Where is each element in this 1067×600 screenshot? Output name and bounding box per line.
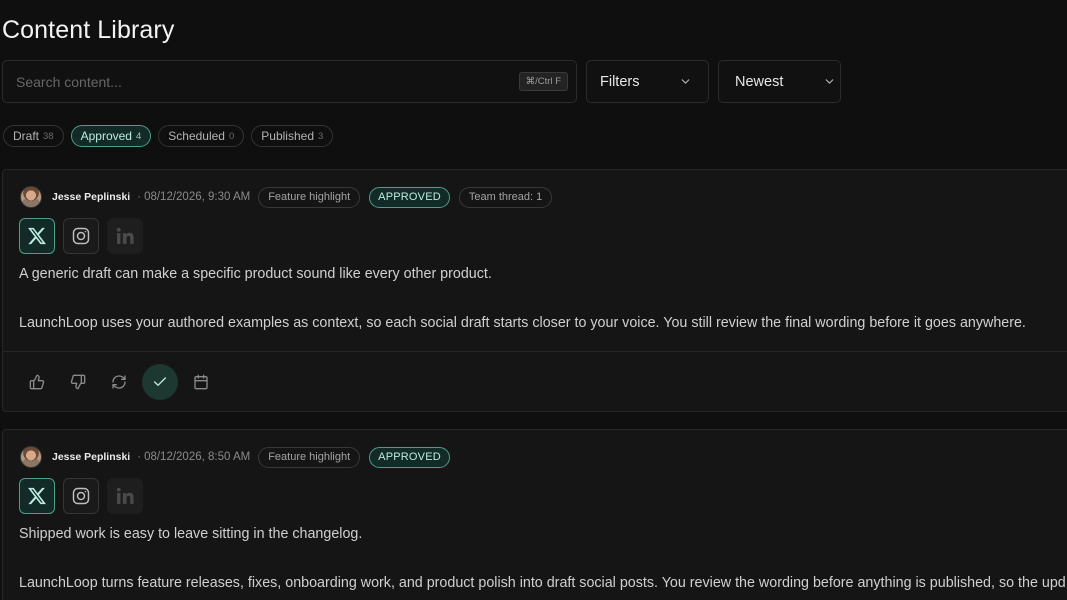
avatar (20, 186, 42, 208)
tab-count: 4 (135, 130, 142, 142)
refresh-icon (112, 374, 126, 389)
like-button[interactable] (19, 364, 55, 400)
post-paragraph: LaunchLoop uses your authored examples a… (19, 315, 1026, 331)
platform-instagram-toggle[interactable] (63, 478, 99, 514)
page-title: Content Library (2, 16, 175, 44)
thumbs-down-icon (70, 374, 86, 389)
card-actions (3, 352, 1067, 411)
tab-label: Draft (13, 129, 40, 143)
sort-selected-label: Newest (735, 73, 784, 90)
platform-selector (19, 478, 1067, 514)
linkedin-icon (116, 227, 134, 244)
filters-dropdown[interactable]: Filters (586, 60, 709, 103)
post-timestamp: 08/12/2026, 9:30 AM (144, 191, 251, 203)
author-name: Jesse Peplinski (52, 451, 131, 463)
tab-label: Approved (80, 129, 132, 143)
tab-scheduled[interactable]: Scheduled 0 (158, 125, 245, 147)
x-logo-icon (28, 487, 46, 505)
filters-label: Filters (600, 73, 640, 90)
content-card: Jesse Peplinski · 08/12/2026, 9:30 AM Fe… (2, 169, 1067, 412)
content-card: Jesse Peplinski · 08/12/2026, 8:50 AM Fe… (2, 429, 1067, 600)
author-name: Jesse Peplinski (52, 191, 131, 203)
approve-button[interactable] (142, 363, 178, 400)
card-header: Jesse Peplinski · 08/12/2026, 8:50 AM Fe… (20, 446, 1067, 468)
platform-linkedin-toggle[interactable] (107, 478, 143, 514)
linkedin-icon (116, 487, 134, 504)
meta-separator: · (137, 191, 142, 203)
chevron-down-icon (681, 79, 690, 84)
search-shortcut-hint: ⌘/Ctrl F (518, 72, 568, 91)
sort-dropdown[interactable]: Newest (718, 60, 841, 103)
tab-count: 3 (318, 130, 324, 142)
post-body: A generic draft can make a specific prod… (19, 264, 1067, 333)
post-timestamp: 08/12/2026, 8:50 AM (144, 451, 251, 463)
platform-x-toggle[interactable] (19, 218, 55, 254)
calendar-icon (194, 374, 208, 389)
post-paragraph: Shipped work is easy to leave sitting in… (19, 526, 363, 542)
search-input[interactable] (16, 73, 519, 90)
card-header: Jesse Peplinski · 08/12/2026, 9:30 AM Fe… (20, 186, 1067, 208)
tag-badge: Feature highlight (258, 446, 361, 468)
platform-instagram-toggle[interactable] (63, 218, 99, 254)
post-body: Shipped work is easy to leave sitting in… (19, 524, 1067, 593)
regenerate-button[interactable] (101, 364, 137, 400)
x-logo-icon (28, 227, 46, 245)
search-bar[interactable]: ⌘/Ctrl F (2, 60, 577, 103)
tab-approved[interactable]: Approved 4 (70, 125, 152, 147)
post-paragraph: LaunchLoop turns feature releases, fixes… (19, 575, 1066, 591)
tab-count: 0 (228, 130, 235, 142)
platform-selector (19, 218, 1067, 254)
meta-separator: · (137, 451, 142, 463)
check-icon (154, 376, 166, 386)
dislike-button[interactable] (60, 364, 96, 400)
avatar (20, 446, 42, 468)
instagram-icon (72, 227, 90, 245)
status-filter-tabs: Draft 38 Approved 4 Scheduled 0 Publishe… (3, 125, 334, 147)
tab-draft[interactable]: Draft 38 (3, 125, 64, 147)
platform-x-toggle[interactable] (19, 478, 55, 514)
tab-count: 38 (43, 130, 54, 142)
tag-badge: Feature highlight (258, 186, 361, 208)
thumbs-up-icon (29, 374, 45, 389)
schedule-button[interactable] (183, 364, 219, 400)
chevron-down-icon (825, 79, 834, 84)
instagram-icon (72, 487, 90, 505)
status-badge: APPROVED (369, 186, 450, 208)
tab-label: Scheduled (168, 129, 225, 143)
tab-published[interactable]: Published 3 (251, 125, 334, 147)
status-badge: APPROVED (369, 446, 450, 468)
tab-label: Published (261, 129, 314, 143)
platform-linkedin-toggle[interactable] (107, 218, 143, 254)
team-thread-badge[interactable]: Team thread: 1 (458, 186, 553, 208)
post-paragraph: A generic draft can make a specific prod… (19, 266, 492, 282)
